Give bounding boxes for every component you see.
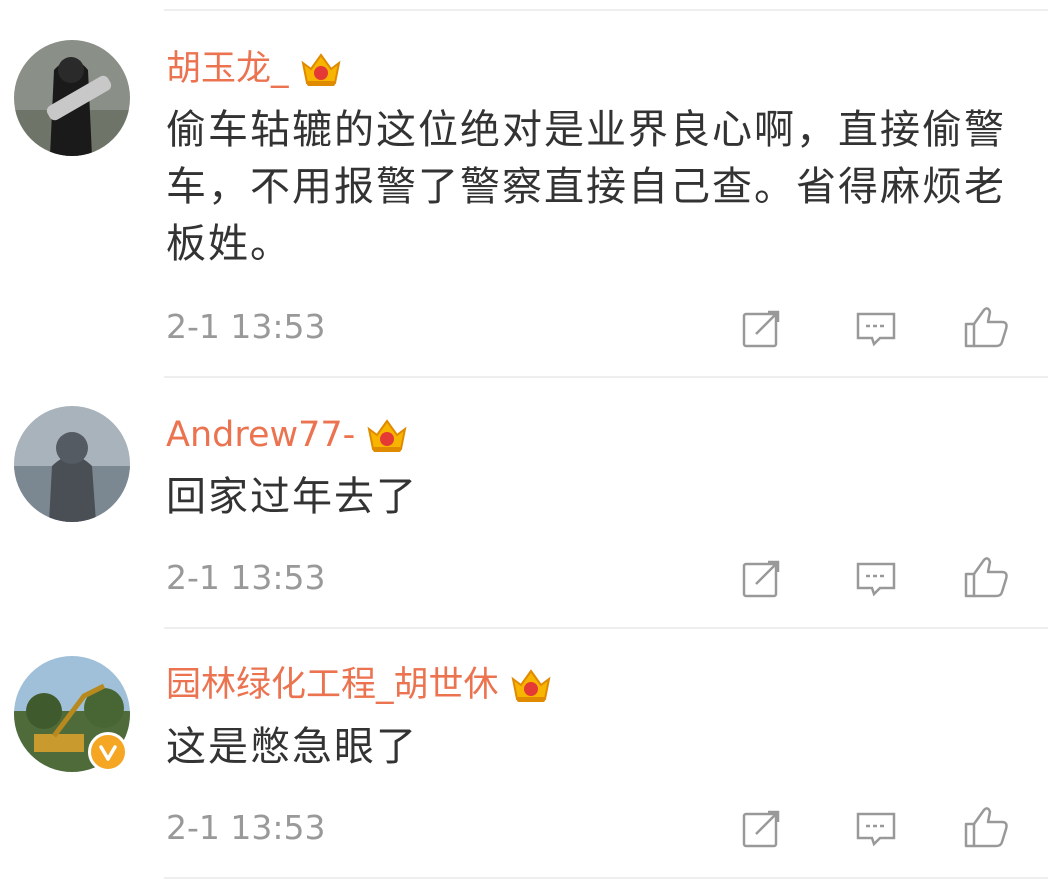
repost-icon[interactable] xyxy=(738,304,786,352)
repost-icon[interactable] xyxy=(738,804,786,852)
timestamp: 2-1 13:53 xyxy=(166,558,326,597)
verified-badge-icon xyxy=(88,732,128,772)
top-divider xyxy=(164,9,1048,11)
divider xyxy=(164,877,1048,879)
timestamp: 2-1 13:53 xyxy=(166,808,326,847)
crown-vip-icon[interactable] xyxy=(365,415,409,455)
comment-text: 偷车轱辘的这位绝对是业界良心啊，直接偷警车，不用报警了警察直接自己查。省得麻烦老… xyxy=(166,107,1006,267)
comment-icon[interactable] xyxy=(852,304,900,352)
repost-icon[interactable] xyxy=(738,554,786,602)
username[interactable]: Andrew77- xyxy=(166,410,355,460)
comment-text: 回家过年去了 xyxy=(166,474,418,520)
divider xyxy=(164,627,1048,629)
thumbs-up-icon[interactable] xyxy=(962,552,1010,600)
username[interactable]: 胡玉龙_ xyxy=(166,44,289,94)
comment-text: 这是憋急眼了 xyxy=(166,724,418,770)
username[interactable]: 园林绿化工程_胡世休 xyxy=(166,660,499,710)
avatar[interactable] xyxy=(14,406,130,522)
comment-icon[interactable] xyxy=(852,804,900,852)
timestamp: 2-1 13:53 xyxy=(166,307,326,346)
comment-icon[interactable] xyxy=(852,554,900,602)
thumbs-up-icon[interactable] xyxy=(962,302,1010,350)
crown-vip-icon[interactable] xyxy=(509,665,553,705)
thumbs-up-icon[interactable] xyxy=(962,802,1010,850)
avatar[interactable] xyxy=(14,40,130,156)
divider xyxy=(164,376,1048,378)
crown-vip-icon[interactable] xyxy=(299,49,343,89)
